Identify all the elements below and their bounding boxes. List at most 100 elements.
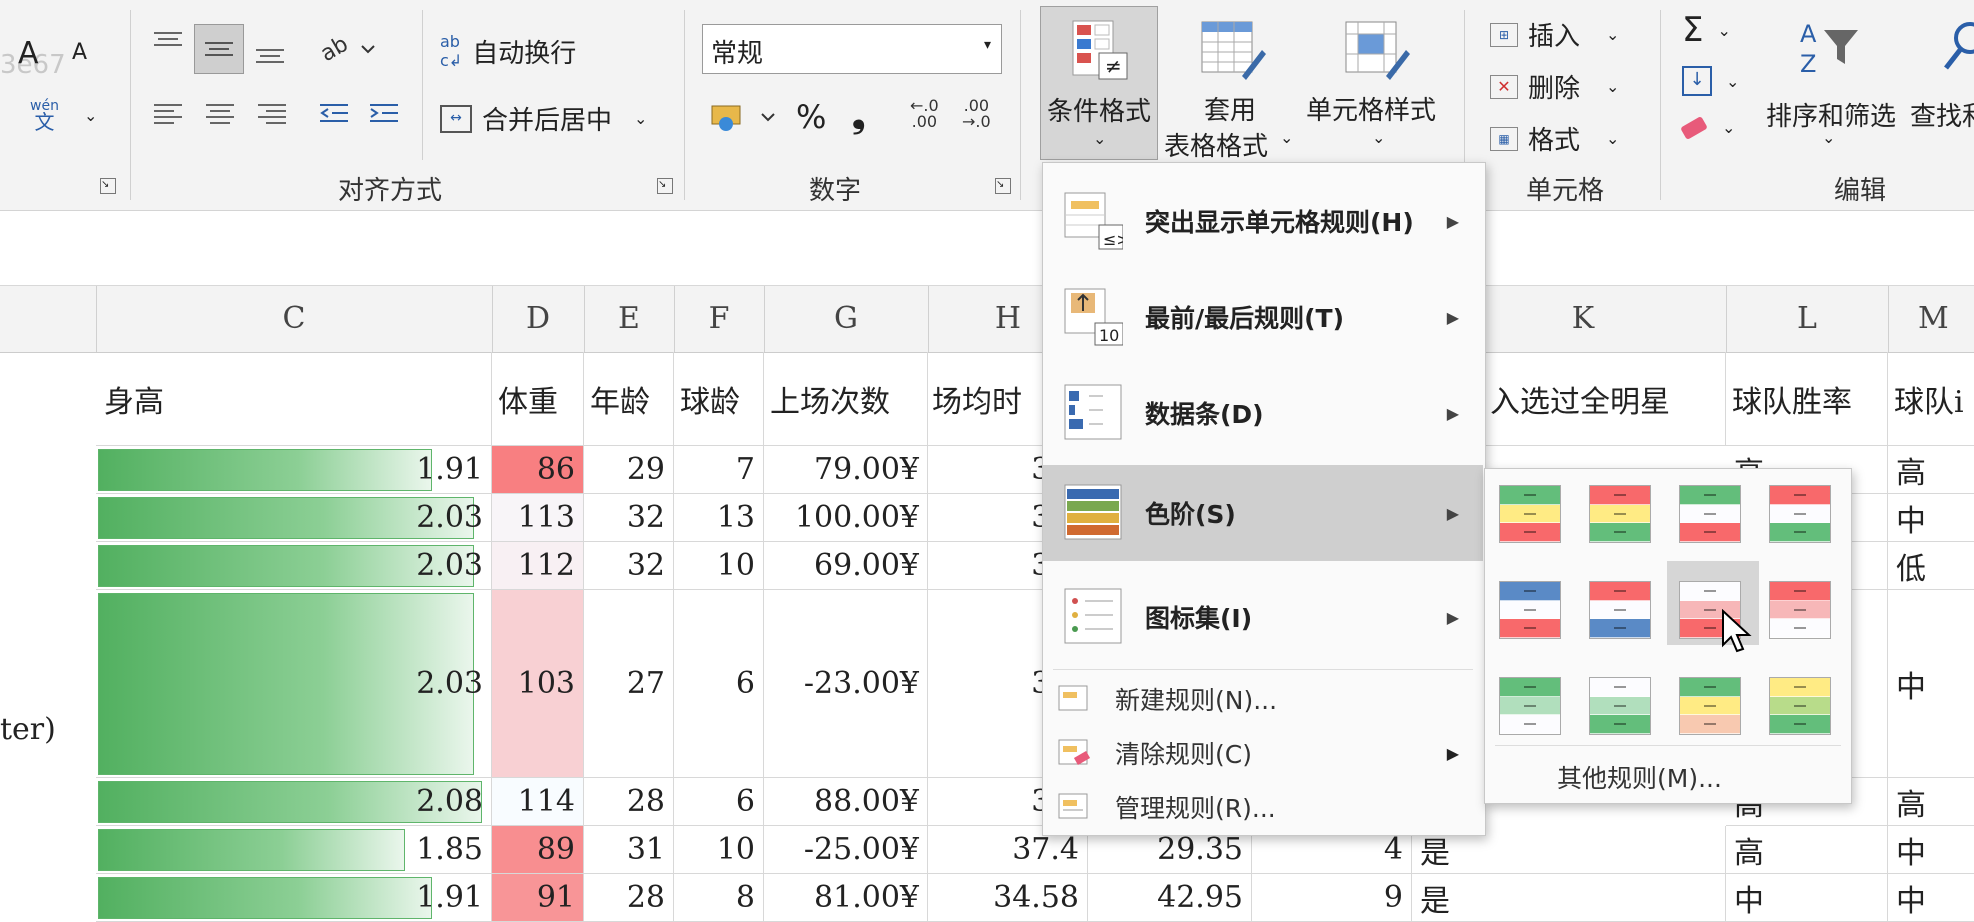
cell-jk[interactable]: 是 xyxy=(1412,874,1726,922)
cell-g[interactable]: -25.00¥ xyxy=(764,826,928,874)
cell-m[interactable]: 中 xyxy=(1888,826,1974,874)
merge-center-button[interactable]: ↔ 合并后居中 ⌄ xyxy=(440,100,647,137)
color-scale-swatch[interactable] xyxy=(1769,677,1831,735)
color-scale-swatch[interactable] xyxy=(1769,485,1831,543)
cell-l[interactable]: 中 xyxy=(1726,874,1888,922)
cell-d[interactable]: 114 xyxy=(492,778,584,826)
menu-item-highlight-rules[interactable]: ≤> 突出显示单元格规则(H) ▶ xyxy=(1043,173,1483,269)
cell-m[interactable]: 中 xyxy=(1888,494,1974,542)
cell-f[interactable]: 10 xyxy=(674,826,764,874)
conditional-format-button[interactable]: ≠ 条件格式 ⌄ xyxy=(1040,6,1158,160)
number-dialog-launcher-icon[interactable]: ↘ xyxy=(995,178,1011,194)
cell-c[interactable]: 2.03 xyxy=(96,494,492,542)
cell-header-f[interactable]: 球龄 xyxy=(674,352,764,446)
color-scale-swatch[interactable] xyxy=(1499,485,1561,543)
cell-d[interactable]: 112 xyxy=(492,542,584,590)
delete-cells-button[interactable]: ✕ 删除 ⌄ xyxy=(1490,68,1619,105)
find-select-button[interactable]: 查找和 xyxy=(1906,10,1974,160)
cell-f[interactable]: 8 xyxy=(674,874,764,922)
color-scale-swatch[interactable] xyxy=(1679,485,1741,543)
cell-m[interactable]: 中 xyxy=(1888,590,1974,778)
menu-item-color-scales[interactable]: 色阶(S) ▶ xyxy=(1043,465,1483,561)
wrap-text-button[interactable]: ab c↲ 自动换行 xyxy=(440,32,576,70)
align-dialog-launcher-icon[interactable]: ↘ xyxy=(100,178,116,194)
cell-c[interactable]: 2.03 xyxy=(96,542,492,590)
cell-f[interactable]: 13 xyxy=(674,494,764,542)
phonetic-button[interactable]: wén 文 xyxy=(30,98,59,132)
clear-button[interactable]: ⌄ xyxy=(1680,115,1735,140)
color-scale-swatch[interactable] xyxy=(1589,485,1651,543)
cell-c[interactable]: 1.91 xyxy=(96,874,492,922)
menu-item-new-rule[interactable]: 新建规则(N)... xyxy=(1043,673,1483,725)
decrease-indent-button[interactable] xyxy=(316,100,352,130)
cell-g[interactable]: 100.00¥ xyxy=(764,494,928,542)
cell-e[interactable]: 29 xyxy=(584,446,674,494)
increase-indent-button[interactable] xyxy=(366,100,402,130)
cell-f[interactable]: 7 xyxy=(674,446,764,494)
color-scale-swatch[interactable] xyxy=(1499,581,1561,639)
percent-button[interactable]: % xyxy=(796,98,826,136)
cell-g[interactable]: -23.00¥ xyxy=(764,590,928,778)
cell-d[interactable]: 89 xyxy=(492,826,584,874)
color-scale-swatch[interactable] xyxy=(1679,677,1741,735)
cell-j[interactable]: 9 xyxy=(1252,874,1412,922)
align-right-button[interactable] xyxy=(254,100,290,130)
accounting-format-button[interactable] xyxy=(708,100,780,136)
increase-decimal-button[interactable]: ←.0 .00 xyxy=(910,98,939,130)
align-top-button[interactable] xyxy=(150,28,186,58)
align-middle-button[interactable] xyxy=(194,24,244,74)
cell-header-g[interactable]: 上场次数 xyxy=(764,352,928,446)
format-cells-button[interactable]: ▦ 格式 ⌄ xyxy=(1490,120,1619,157)
column-header-d[interactable]: D xyxy=(492,286,585,352)
cell-header-l[interactable]: 球队胜率 xyxy=(1726,352,1888,446)
cell-header-d[interactable]: 体重 xyxy=(492,352,584,446)
cell-d[interactable]: 103 xyxy=(492,590,584,778)
number-format-select[interactable]: 常规 ▾ xyxy=(702,24,1002,74)
column-header-m[interactable]: M xyxy=(1888,286,1974,352)
cell-e[interactable]: 28 xyxy=(584,778,674,826)
color-scale-swatch[interactable] xyxy=(1589,581,1651,639)
align-center-button[interactable] xyxy=(202,100,238,130)
cell-m[interactable]: 中 xyxy=(1888,874,1974,922)
cell-l[interactable]: 高 xyxy=(1726,826,1888,874)
align-dialog-launcher-icon[interactable]: ↘ xyxy=(657,178,673,194)
column-header-c[interactable]: C xyxy=(96,286,493,352)
increase-font-button[interactable]: A xyxy=(18,36,39,71)
sort-filter-button[interactable]: A Z 排序和筛选 ⌄ xyxy=(1760,10,1900,160)
cell-header-m[interactable]: 球队i xyxy=(1888,352,1974,446)
cell-f[interactable]: 10 xyxy=(674,542,764,590)
cell-f[interactable]: 6 xyxy=(674,590,764,778)
cell-d[interactable]: 86 xyxy=(492,446,584,494)
color-scale-swatch[interactable] xyxy=(1769,581,1831,639)
cell-c[interactable]: 2.08 xyxy=(96,778,492,826)
cell-f[interactable]: 6 xyxy=(674,778,764,826)
align-bottom-button[interactable] xyxy=(252,32,288,68)
cell-e[interactable]: 28 xyxy=(584,874,674,922)
column-header-blank[interactable] xyxy=(0,286,97,352)
cell-g[interactable]: 88.00¥ xyxy=(764,778,928,826)
cell-g[interactable]: 69.00¥ xyxy=(764,542,928,590)
autosum-button[interactable]: Σ ⌄ xyxy=(1682,10,1731,50)
decrease-font-button[interactable]: A xyxy=(72,40,87,65)
color-scale-swatch[interactable] xyxy=(1589,677,1651,735)
format-as-table-button[interactable]: 套用 表格格式 ⌄ xyxy=(1164,6,1294,162)
cell-e[interactable]: 27 xyxy=(584,590,674,778)
cell-header-e[interactable]: 年龄 xyxy=(584,352,674,446)
cell-d[interactable]: 113 xyxy=(492,494,584,542)
cell-header-c[interactable]: 身高 xyxy=(96,352,492,446)
cell-e[interactable]: 31 xyxy=(584,826,674,874)
decrease-decimal-button[interactable]: .00 →.0 xyxy=(962,98,991,130)
cell-m[interactable]: 高 xyxy=(1888,778,1974,826)
more-rules-link[interactable]: 其他规则(M)... xyxy=(1557,759,1722,795)
cell-h[interactable]: 34.58 xyxy=(928,874,1088,922)
cell-style-button[interactable]: 单元格样式 ⌄ xyxy=(1302,6,1452,160)
formula-bar[interactable] xyxy=(0,211,1974,286)
cell-e[interactable]: 32 xyxy=(584,542,674,590)
column-header-l[interactable]: L xyxy=(1726,286,1889,352)
comma-style-button[interactable]: ❟ xyxy=(852,96,865,136)
menu-item-manage-rules[interactable]: 管理规则(R)... xyxy=(1043,781,1483,833)
cell-d[interactable]: 91 xyxy=(492,874,584,922)
menu-item-clear-rules[interactable]: 清除规则(C) ▶ xyxy=(1043,727,1483,779)
color-scale-swatch[interactable] xyxy=(1499,677,1561,735)
column-header-e[interactable]: E xyxy=(584,286,675,352)
